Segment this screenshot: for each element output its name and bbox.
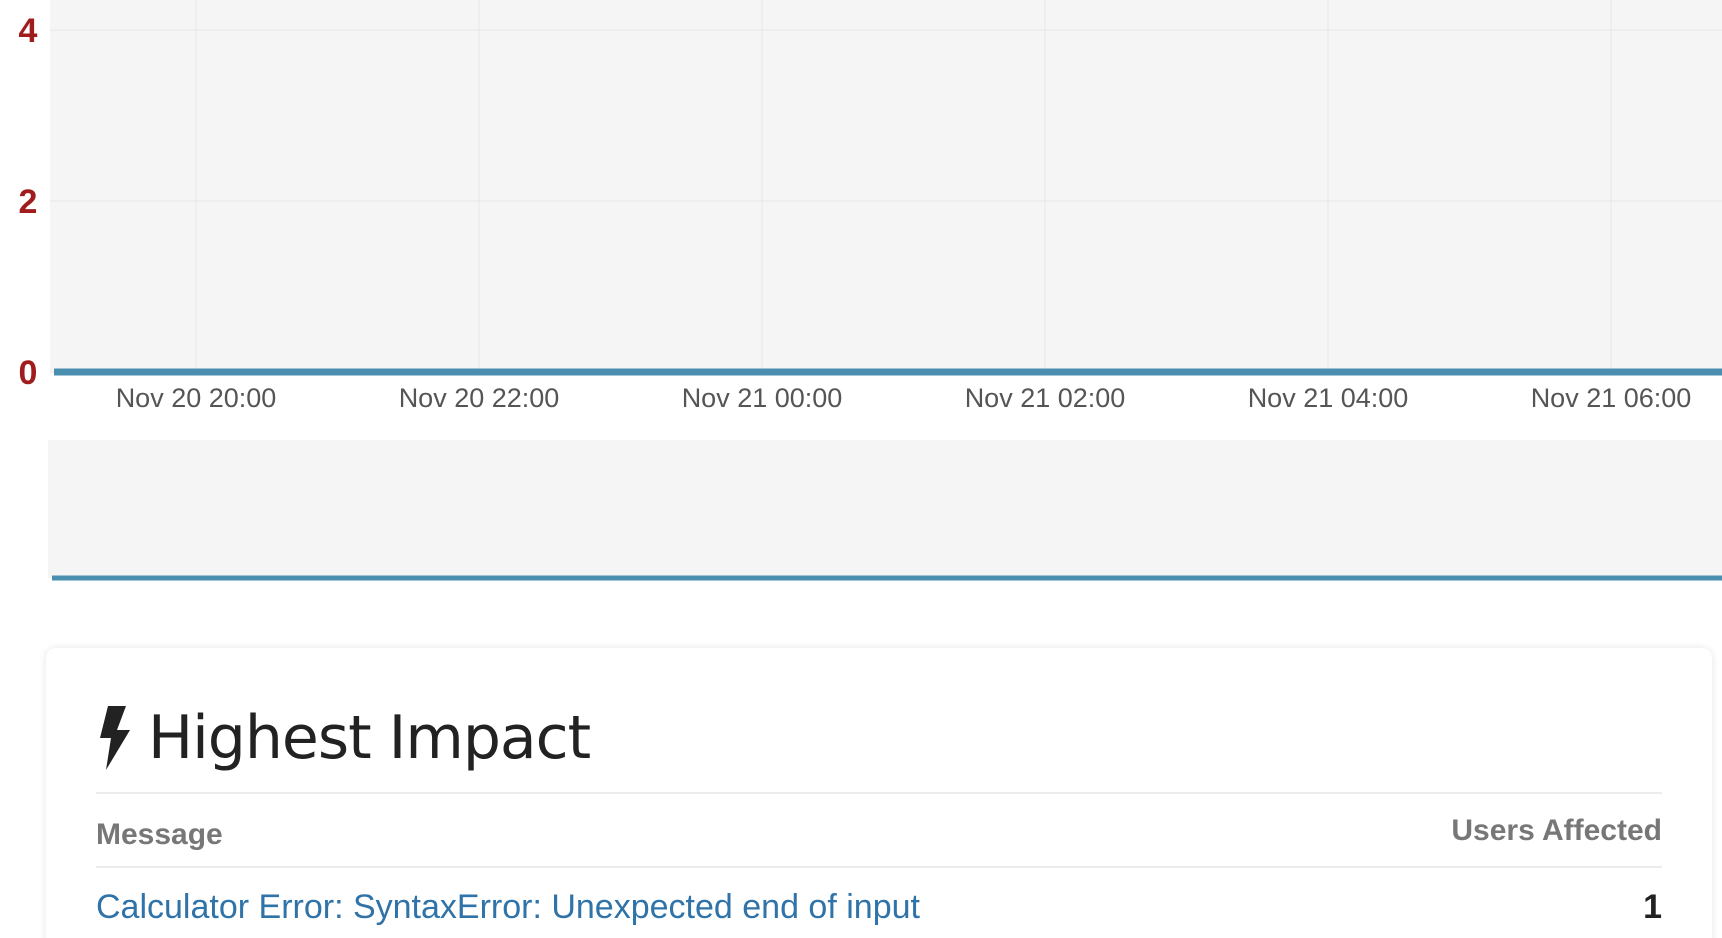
header-divider [96, 792, 1662, 794]
users-affected-count: 1 [1643, 888, 1662, 926]
x-tick-label: Nov 21 02:00 [965, 383, 1126, 413]
plot-area [50, 0, 1722, 372]
x-tick-label: Nov 20 22:00 [399, 383, 560, 413]
y-axis: 4 2 0 [19, 12, 38, 392]
y-tick-label: 2 [19, 183, 38, 221]
row-divider [96, 866, 1662, 868]
x-axis: Nov 20 20:00 Nov 20 22:00 Nov 21 00:00 Nov … [116, 383, 1692, 413]
error-chart: 4 2 0 Nov 20 20:00 Nov 20 22:00 Nov 21 00:00… [19, 0, 1722, 581]
page: 4 2 0 Nov 20 20:00 Nov 20 22:00 Nov 21 00:00… [0, 0, 1722, 938]
navigator-panel[interactable] [48, 440, 1722, 578]
error-message-link[interactable]: Calculator Error: SyntaxError: Unexpecte… [96, 888, 920, 927]
card-title-text: Highest Impact [148, 703, 591, 773]
bolt-icon [100, 706, 130, 770]
message-column-header[interactable]: Message [96, 818, 223, 852]
x-tick-label: Nov 20 20:00 [116, 383, 277, 413]
x-tick-label: Nov 21 00:00 [682, 383, 843, 413]
y-tick-label: 4 [19, 12, 38, 50]
card-title: Highest Impact [96, 698, 591, 778]
x-tick-label: Nov 21 06:00 [1531, 383, 1692, 413]
users-affected-column-header[interactable]: Users Affected [1451, 814, 1662, 848]
x-tick-label: Nov 21 04:00 [1248, 383, 1409, 413]
highest-impact-card: Highest Impact Message Users Affected Ca… [46, 648, 1712, 938]
y-tick-label: 0 [19, 354, 38, 392]
